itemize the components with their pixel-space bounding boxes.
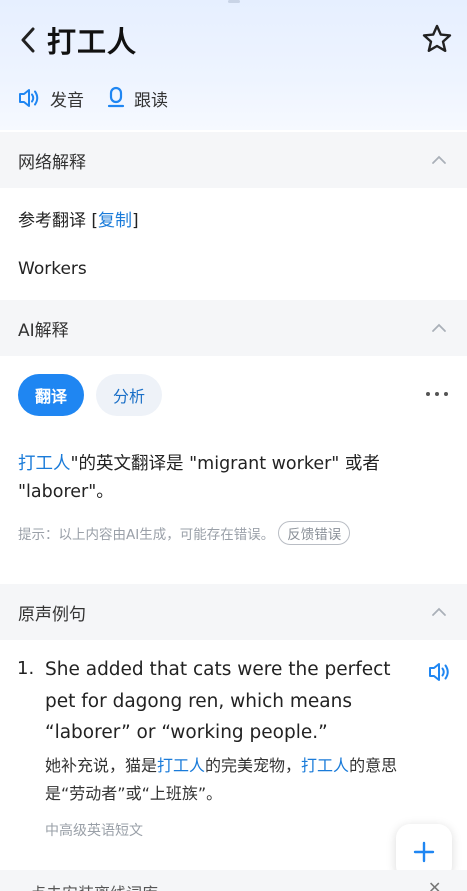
examples-header[interactable]: 原声例句 xyxy=(0,584,467,640)
reference-translation: 参考翻译 [复制] xyxy=(18,206,139,231)
microphone-icon xyxy=(107,86,125,108)
chevron-up-icon xyxy=(432,155,446,164)
close-icon[interactable]: ✕ xyxy=(428,878,441,891)
speaker-icon xyxy=(19,89,39,107)
ai-hint: 提示：以上内容由AI生成，可能存在错误。 反馈错误 xyxy=(18,521,351,545)
back-button[interactable] xyxy=(14,24,42,56)
translation-text: Workers xyxy=(18,259,87,279)
offline-dictionary-banner[interactable]: 点击安装离线词库 ✕ xyxy=(0,870,467,891)
chevron-up-icon xyxy=(432,323,446,332)
chevron-left-icon xyxy=(21,27,35,53)
example-cn-highlight[interactable]: 打工人 xyxy=(301,756,349,775)
star-icon xyxy=(422,24,452,52)
speaker-icon xyxy=(429,663,449,681)
example-speaker-button[interactable] xyxy=(428,660,454,684)
pronounce-label: 发音 xyxy=(50,90,84,111)
favorite-button[interactable] xyxy=(420,22,454,56)
answer-text: "的英文翻译是 "migrant worker" 或者 "laborer"。 xyxy=(18,454,380,502)
example-cn-text: 的完美宠物， xyxy=(205,756,302,775)
ai-explanation-header[interactable]: AI解释 xyxy=(0,300,467,356)
example-english: She added that cats were the perfect pet… xyxy=(45,659,391,743)
example-source: 中高级英语短文 xyxy=(45,823,143,839)
copy-link[interactable]: 复制 xyxy=(98,211,132,231)
example-cn-text: 她补充说，猫是 xyxy=(45,756,158,775)
follow-read-button[interactable]: 跟读 xyxy=(106,86,168,111)
web-explanation-header[interactable]: 网络解释 xyxy=(0,132,467,188)
tab-analyze[interactable]: 分析 xyxy=(96,374,162,416)
tab-translate[interactable]: 翻译 xyxy=(18,374,84,416)
reference-label: 参考翻译 [ xyxy=(18,211,99,231)
audio-row: 发音 跟读 xyxy=(18,84,190,112)
example-cn-highlight[interactable]: 打工人 xyxy=(157,756,205,775)
more-dots-icon xyxy=(426,392,448,396)
feedback-button[interactable]: 反馈错误 xyxy=(278,521,351,545)
hint-text: 提示：以上内容由AI生成，可能存在错误。 xyxy=(18,527,275,543)
examples-heading: 原声例句 xyxy=(18,604,86,625)
page-title: 打工人 xyxy=(47,25,138,59)
reference-bracket: ] xyxy=(132,211,139,231)
follow-read-label: 跟读 xyxy=(134,90,168,111)
banner-text: 点击安装离线词库 xyxy=(30,880,158,891)
pronounce-button[interactable]: 发音 xyxy=(18,86,84,111)
status-indicator xyxy=(228,0,240,3)
answer-highlight[interactable]: 打工人 xyxy=(18,454,71,474)
web-explanation-heading: 网络解释 xyxy=(18,152,86,173)
plus-icon xyxy=(413,841,435,863)
example-number: 1. xyxy=(17,658,35,679)
chevron-up-icon xyxy=(432,607,446,616)
example-chinese: 她补充说，猫是打工人的完美宠物，打工人的意思是“劳动者”或“上班族”。 xyxy=(45,752,425,808)
ai-answer: 打工人"的英文翻译是 "migrant worker" 或者 "laborer"… xyxy=(18,450,438,506)
ai-explanation-heading: AI解释 xyxy=(18,320,69,341)
more-options-button[interactable] xyxy=(425,386,449,400)
